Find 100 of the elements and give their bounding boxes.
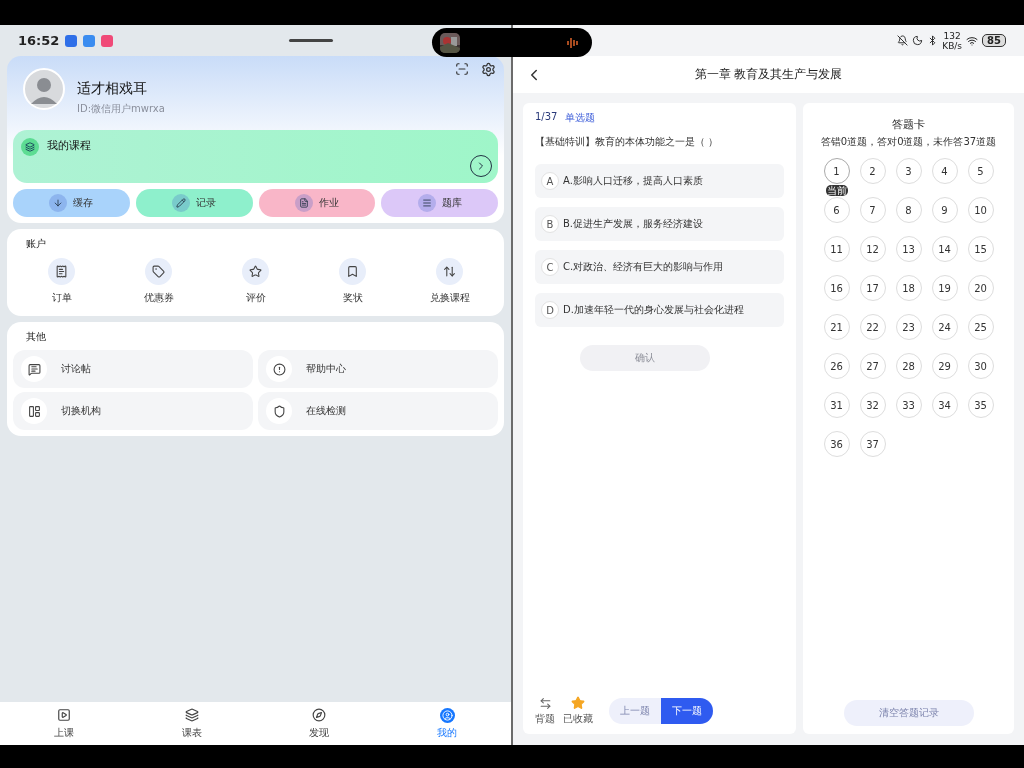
window-handle[interactable]	[289, 39, 334, 42]
question-number[interactable]: 11	[823, 236, 850, 262]
app-icon	[101, 34, 114, 47]
question-number[interactable]: 37	[859, 431, 886, 457]
answer-option[interactable]: A A.影响人口迁移，提高人口素质	[535, 164, 784, 198]
answer-option[interactable]: B B.促进生产发展，服务经济建设	[535, 207, 784, 241]
question-number[interactable]: 28	[895, 353, 922, 379]
question-number[interactable]: 22	[859, 314, 886, 340]
scan-icon[interactable]	[455, 62, 469, 76]
question-number[interactable]: 7	[859, 197, 886, 223]
app-icon	[83, 34, 96, 47]
answer-option[interactable]: C C.对政治、经济有巨大的影响与作用	[535, 250, 784, 284]
alert-icon	[266, 356, 292, 382]
question-number[interactable]: 10	[967, 197, 994, 223]
option-letter: A	[541, 172, 559, 190]
question-number[interactable]: 19	[931, 275, 958, 301]
question-number[interactable]: 20	[967, 275, 994, 301]
tab[interactable]: 上课	[0, 702, 128, 745]
user-name: 适才相戏耳	[77, 80, 148, 98]
question-number[interactable]: 35	[967, 392, 994, 418]
course-title: 我的课程	[47, 138, 91, 153]
sheet-title: 答题卡	[892, 117, 925, 132]
app-icon	[65, 34, 78, 47]
course-icon	[21, 138, 39, 156]
quick-action-button[interactable]: 缓存	[13, 189, 130, 217]
question-number[interactable]: 16	[823, 275, 850, 301]
question-number[interactable]: 6	[823, 197, 850, 223]
question-type: 单选题	[565, 111, 596, 125]
account-item[interactable]: 订单	[13, 257, 110, 306]
sound-wave-icon	[566, 35, 580, 50]
menu-item[interactable]: 切换机构	[13, 392, 253, 430]
play-icon	[56, 707, 72, 723]
question-number[interactable]: 4	[931, 158, 958, 184]
question-number[interactable]: 24	[931, 314, 958, 340]
menu-item[interactable]: 在线检测	[258, 392, 498, 430]
question-number[interactable]: 5	[967, 158, 994, 184]
question-number[interactable]: 32	[859, 392, 886, 418]
tool-button[interactable]: 背题	[535, 696, 555, 726]
account-item[interactable]: 兑换课程	[401, 257, 498, 306]
question-number[interactable]: 1	[823, 158, 850, 184]
menu-item[interactable]: 讨论帖	[13, 350, 253, 388]
question-counter: 1/37	[535, 111, 558, 124]
question-number[interactable]: 9	[931, 197, 958, 223]
account-item[interactable]: 评价	[207, 257, 304, 306]
question-number[interactable]: 34	[931, 392, 958, 418]
tool-button[interactable]: 已收藏	[563, 696, 593, 726]
message-icon	[21, 356, 47, 382]
network-speed: 132 KB/s	[942, 30, 963, 51]
question-number[interactable]: 26	[823, 353, 850, 379]
tab[interactable]: 发现	[255, 702, 384, 745]
option-letter: B	[541, 215, 559, 233]
action-icon	[298, 198, 309, 208]
question-number[interactable]: 15	[967, 236, 994, 262]
settings-icon[interactable]	[481, 62, 496, 77]
question-number[interactable]: 13	[895, 236, 922, 262]
question-number[interactable]: 31	[823, 392, 850, 418]
moon-icon	[912, 35, 924, 46]
tab[interactable]: 课表	[127, 702, 256, 745]
page-title: 第一章 教育及其生产与发展	[694, 66, 843, 83]
question-number[interactable]: 33	[895, 392, 922, 418]
question-number[interactable]: 29	[931, 353, 958, 379]
question-number[interactable]: 27	[859, 353, 886, 379]
menu-item[interactable]: 帮助中心	[258, 350, 498, 388]
question-number[interactable]: 30	[967, 353, 994, 379]
current-badge: 当前	[825, 185, 848, 196]
status-time: 16:52	[18, 33, 60, 48]
swap-icon	[538, 696, 552, 710]
action-icon	[421, 198, 432, 208]
question-number[interactable]: 21	[823, 314, 850, 340]
wifi-icon	[966, 34, 979, 47]
account-item[interactable]: 奖状	[304, 257, 401, 306]
compass-icon	[311, 707, 327, 723]
quick-action-button[interactable]: 记录	[135, 189, 253, 217]
question-number[interactable]: 18	[895, 275, 922, 301]
option-letter: D	[541, 301, 559, 319]
question-number[interactable]: 36	[823, 431, 850, 457]
avatar[interactable]	[23, 68, 65, 110]
question-number[interactable]: 14	[931, 236, 958, 262]
question-number[interactable]: 17	[859, 275, 886, 301]
battery-level: 85	[982, 34, 1006, 47]
course-card[interactable]: 我的课程	[13, 130, 498, 183]
user-id: ID:微信用户mwrxa	[77, 102, 165, 116]
question-number[interactable]: 12	[859, 236, 886, 262]
answer-option[interactable]: D D.加速年轻一代的身心发展与社会化进程	[535, 293, 784, 327]
tab[interactable]: 我的	[383, 702, 511, 745]
action-icon	[53, 198, 64, 208]
account-item[interactable]: 优惠券	[110, 257, 207, 306]
bookmark-icon	[339, 258, 366, 285]
quick-action-button[interactable]: 题库	[381, 189, 498, 217]
question-number[interactable]: 23	[895, 314, 922, 340]
section-title: 账户	[26, 237, 47, 251]
question-number[interactable]: 3	[895, 158, 922, 184]
panel-icon	[21, 398, 47, 424]
question-number[interactable]: 2	[859, 158, 886, 184]
question-number[interactable]: 8	[895, 197, 922, 223]
next-button[interactable]: 下一题	[661, 698, 713, 724]
question-number[interactable]: 25	[967, 314, 994, 340]
bell-off-icon	[897, 35, 909, 46]
tag-icon	[145, 258, 172, 285]
quick-action-button[interactable]: 作业	[258, 189, 376, 217]
